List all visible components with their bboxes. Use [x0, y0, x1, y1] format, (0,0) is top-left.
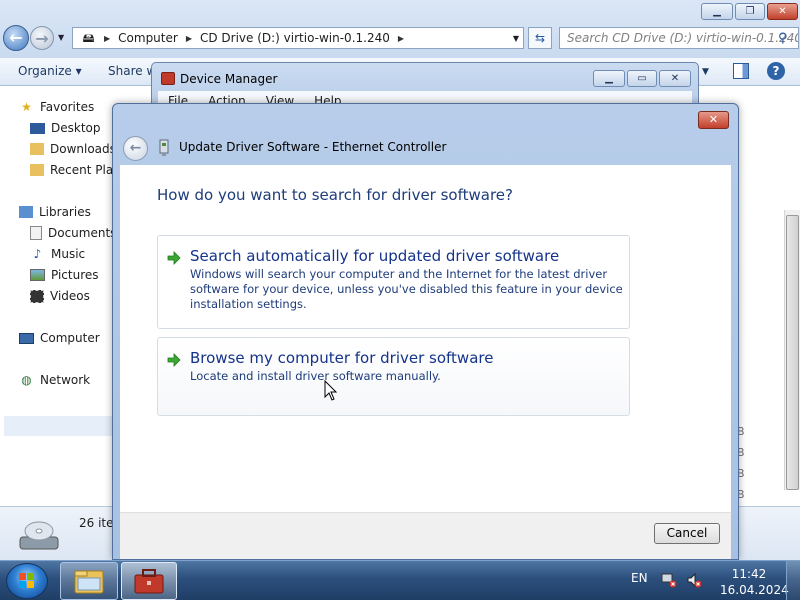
- preview-pane-icon[interactable]: [733, 63, 749, 79]
- volume-muted-icon[interactable]: [686, 572, 702, 588]
- devmgr-minimize-button[interactable]: ▁: [593, 70, 625, 87]
- nav-downloads-label: Downloads: [50, 142, 116, 156]
- option-title: Search automatically for updated driver …: [190, 247, 560, 265]
- network-icon: ◍: [21, 373, 32, 387]
- downloads-folder-icon: [30, 143, 44, 155]
- nav-computer[interactable]: Computer: [19, 331, 100, 345]
- devmgr-close-button[interactable]: ✕: [659, 70, 691, 87]
- forward-button[interactable]: →: [30, 26, 54, 50]
- network-status-icon[interactable]: [661, 572, 677, 588]
- nav-downloads[interactable]: Downloads: [30, 142, 116, 156]
- clock-date: 16.04.2024: [720, 583, 789, 597]
- language-indicator[interactable]: EN: [631, 571, 648, 585]
- green-arrow-icon: [167, 353, 181, 367]
- nav-favorites[interactable]: ★ Favorites: [19, 100, 94, 114]
- help-icon[interactable]: ?: [767, 62, 785, 80]
- item-count: 26 ite: [79, 516, 114, 530]
- libraries-icon: [19, 206, 33, 218]
- dialog-footer: Cancel: [120, 512, 731, 559]
- share-with-button[interactable]: Share w: [108, 64, 156, 78]
- search-input[interactable]: Search CD Drive (D:) virtio-win-0.1.240: [559, 27, 799, 49]
- star-icon: ★: [21, 100, 32, 114]
- nav-music[interactable]: ♪ Music: [30, 247, 86, 261]
- network-adapter-icon: [159, 139, 169, 156]
- taskbar-device-manager-button[interactable]: [121, 562, 177, 600]
- drive-icon: 🖴: [82, 31, 95, 45]
- explorer-title-bar: ▁ ❐ ✕ ← → ▼ 🖴 ▶ Computer ▶ CD Drive (D:)…: [0, 0, 800, 58]
- nav-network[interactable]: ◍ Network: [19, 373, 90, 387]
- pictures-icon: [30, 269, 45, 281]
- mouse-cursor-icon: [324, 380, 338, 401]
- device-manager-icon: [161, 72, 175, 85]
- dialog-close-button[interactable]: ✕: [698, 111, 729, 129]
- nav-desktop[interactable]: Desktop: [30, 121, 101, 135]
- dialog-title: Update Driver Software - Ethernet Contro…: [179, 140, 447, 154]
- nav-documents-label: Documents: [48, 226, 117, 240]
- view-options-dropdown-icon[interactable]: ▼: [702, 67, 709, 77]
- wizard-back-button[interactable]: ←: [123, 136, 148, 161]
- breadcrumb-separator-icon[interactable]: ▶: [104, 34, 110, 43]
- devmgr-maximize-button[interactable]: ▭: [627, 70, 657, 87]
- navigation-pane: ★ Favorites Desktop Downloads Recent Plac…: [0, 86, 120, 506]
- nav-recent-places[interactable]: Recent Plac: [30, 163, 120, 177]
- explorer-close-button[interactable]: ✕: [767, 3, 798, 20]
- refresh-icon[interactable]: ⇆: [528, 27, 552, 49]
- option-description: Windows will search your computer and th…: [190, 267, 623, 311]
- address-bar[interactable]: 🖴 ▶ Computer ▶ CD Drive (D:) virtio-win-…: [72, 27, 524, 49]
- breadcrumb-separator-icon[interactable]: ▶: [186, 34, 192, 43]
- organize-button[interactable]: Organize ▾: [18, 64, 82, 78]
- option-description: Locate and install driver software manua…: [190, 369, 441, 383]
- nav-recent-places-label: Recent Plac: [50, 163, 120, 177]
- folder-icon: [74, 570, 104, 594]
- cancel-button[interactable]: Cancel: [654, 523, 720, 544]
- dialog-content: How do you want to search for driver sof…: [120, 165, 731, 512]
- breadcrumb-separator-icon[interactable]: ▶: [398, 34, 404, 43]
- nav-computer-label: Computer: [40, 331, 100, 345]
- music-icon: ♪: [33, 247, 42, 261]
- search-icon[interactable]: ⚲: [778, 31, 788, 46]
- nav-network-label: Network: [40, 373, 91, 387]
- green-arrow-icon: [167, 251, 181, 265]
- nav-libraries-label: Libraries: [39, 205, 91, 219]
- nav-videos-label: Videos: [50, 289, 90, 303]
- back-button[interactable]: ←: [3, 25, 29, 51]
- clock[interactable]: 11:42 16.04.2024: [720, 566, 789, 598]
- scrollbar-thumb[interactable]: [786, 215, 799, 490]
- nav-pictures-label: Pictures: [51, 268, 99, 282]
- option-title: Browse my computer for driver software: [190, 349, 494, 367]
- nav-videos[interactable]: Videos: [30, 289, 90, 303]
- nav-desktop-label: Desktop: [51, 121, 101, 135]
- cd-drive-icon: [18, 517, 60, 553]
- wizard-heading: How do you want to search for driver sof…: [157, 186, 513, 204]
- show-desktop-button[interactable]: [786, 561, 800, 600]
- clock-time: 11:42: [731, 567, 767, 581]
- videos-icon: [30, 289, 44, 303]
- documents-icon: [30, 226, 42, 240]
- nav-pictures[interactable]: Pictures: [30, 268, 99, 282]
- recent-places-icon: [30, 164, 44, 176]
- computer-icon: [19, 332, 34, 344]
- taskbar: EN 11:42 16.04.2024: [0, 560, 800, 600]
- nav-libraries[interactable]: Libraries: [19, 205, 91, 219]
- breadcrumb-cd-drive[interactable]: CD Drive (D:) virtio-win-0.1.240: [200, 31, 390, 45]
- start-button[interactable]: [6, 563, 48, 599]
- windows-logo-icon: [19, 573, 34, 588]
- nav-documents[interactable]: Documents: [30, 226, 116, 240]
- browse-computer-option[interactable]: Browse my computer for driver software L…: [157, 337, 630, 416]
- device-manager-title: Device Manager: [180, 72, 278, 86]
- update-driver-dialog: ✕ ← Update Driver Software - Ethernet Co…: [112, 103, 739, 560]
- explorer-maximize-button[interactable]: ❐: [735, 3, 765, 20]
- nav-favorites-label: Favorites: [40, 100, 95, 114]
- taskbar-explorer-button[interactable]: [60, 562, 118, 600]
- search-automatically-option[interactable]: Search automatically for updated driver …: [157, 235, 630, 329]
- recent-pages-dropdown-icon[interactable]: ▼: [58, 33, 64, 42]
- breadcrumb-computer[interactable]: Computer: [118, 31, 178, 45]
- nav-music-label: Music: [51, 247, 86, 261]
- explorer-minimize-button[interactable]: ▁: [701, 3, 733, 20]
- toolbox-icon: [134, 569, 164, 594]
- nav-selection-highlight: [4, 416, 112, 436]
- desktop-icon: [30, 122, 45, 134]
- address-dropdown-icon[interactable]: ▼: [513, 34, 519, 43]
